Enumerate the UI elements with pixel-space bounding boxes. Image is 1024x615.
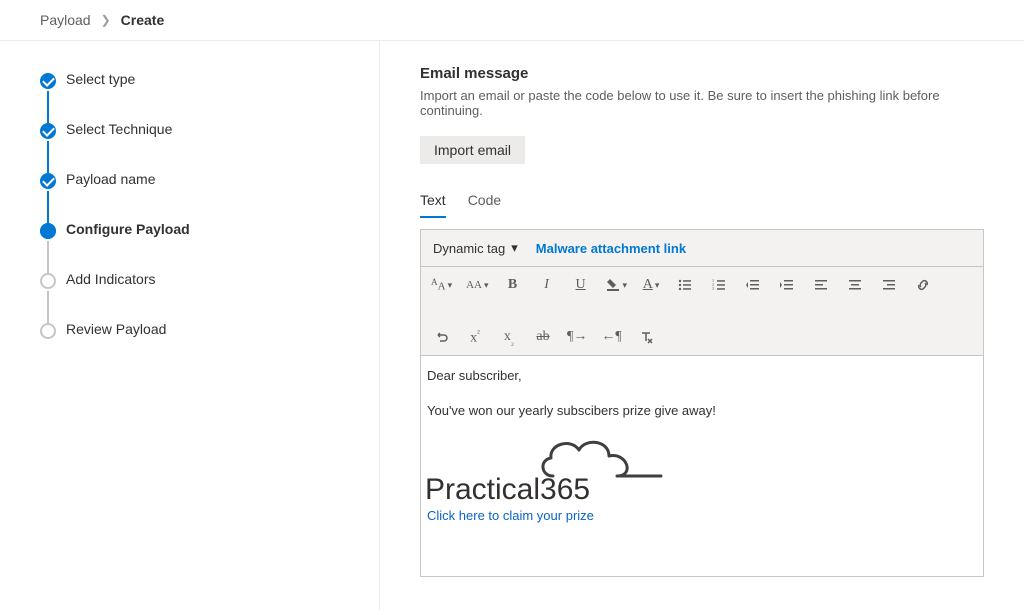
bold-button[interactable]: B: [503, 273, 523, 297]
dynamic-tag-dropdown[interactable]: Dynamic tag ▾: [433, 240, 518, 256]
practical365-logo: Practical 365: [425, 436, 655, 506]
step-configure-payload[interactable]: Configure Payload: [40, 221, 359, 271]
breadcrumb-root[interactable]: Payload: [40, 12, 91, 28]
step-label: Review Payload: [66, 321, 166, 337]
check-icon: [40, 173, 56, 189]
italic-button[interactable]: I: [537, 273, 557, 297]
email-body-line: You've won our yearly subscibers prize g…: [427, 401, 979, 422]
editor-toolbar: AA▾ AA▾ B I U ▾ A▾ 123: [421, 267, 983, 356]
section-title: Email message: [420, 65, 984, 82]
highlight-dropdown[interactable]: ▾: [605, 273, 628, 297]
logo-text-practical: Practical: [425, 466, 540, 514]
bulleted-list-button[interactable]: [675, 273, 695, 297]
svg-text:3: 3: [712, 286, 714, 291]
step-label: Configure Payload: [66, 221, 190, 237]
breadcrumb-current: Create: [121, 12, 165, 28]
decrease-indent-button[interactable]: [743, 273, 763, 297]
step-select-type[interactable]: Select type: [40, 71, 359, 121]
pending-step-icon: [40, 323, 56, 339]
check-icon: [40, 73, 56, 89]
chevron-right-icon: ❯: [101, 13, 111, 27]
step-select-technique[interactable]: Select Technique: [40, 121, 359, 171]
rtl-button[interactable]: ←¶: [601, 325, 621, 349]
underline-button[interactable]: U: [571, 273, 591, 297]
tab-code[interactable]: Code: [468, 186, 501, 218]
section-subtitle: Import an email or paste the code below …: [420, 88, 984, 118]
numbered-list-button[interactable]: 123: [709, 273, 729, 297]
step-label: Add Indicators: [66, 271, 156, 287]
dynamic-tag-label: Dynamic tag: [433, 241, 505, 256]
email-body-editor[interactable]: Dear subscriber, You've won our yearly s…: [421, 356, 983, 576]
font-size-dropdown[interactable]: AA▾: [466, 273, 488, 297]
align-center-button[interactable]: [845, 273, 865, 297]
logo-text-365: 365: [540, 466, 590, 514]
step-review-payload[interactable]: Review Payload: [40, 321, 359, 341]
align-left-button[interactable]: [811, 273, 831, 297]
import-email-button[interactable]: Import email: [420, 136, 525, 164]
undo-button[interactable]: [431, 325, 451, 349]
step-label: Select Technique: [66, 121, 172, 137]
font-color-dropdown[interactable]: A▾: [641, 273, 661, 297]
superscript-button[interactable]: x²: [465, 325, 485, 349]
current-step-icon: [40, 223, 56, 239]
step-payload-name[interactable]: Payload name: [40, 171, 359, 221]
wizard-stepper: Select type Select Technique Payload nam…: [0, 41, 380, 610]
step-label: Payload name: [66, 171, 156, 187]
ltr-button[interactable]: ¶→: [567, 325, 587, 349]
content-pane: Email message Import an email or paste t…: [380, 41, 1024, 610]
chevron-down-icon: ▾: [511, 240, 518, 256]
strikethrough-button[interactable]: ab: [533, 325, 553, 349]
font-family-dropdown[interactable]: AA▾: [431, 273, 452, 297]
step-add-indicators[interactable]: Add Indicators: [40, 271, 359, 321]
editor-insert-bar: Dynamic tag ▾ Malware attachment link: [421, 230, 983, 267]
insert-link-button[interactable]: [913, 273, 933, 297]
step-label: Select type: [66, 71, 135, 87]
pending-step-icon: [40, 273, 56, 289]
check-icon: [40, 123, 56, 139]
malware-attachment-link-button[interactable]: Malware attachment link: [536, 241, 686, 256]
tab-text[interactable]: Text: [420, 186, 446, 218]
clear-formatting-button[interactable]: [636, 325, 656, 349]
align-right-button[interactable]: [879, 273, 899, 297]
breadcrumb: Payload ❯ Create: [0, 0, 1024, 41]
editor-tabs: Text Code: [420, 186, 984, 219]
rich-text-editor: Dynamic tag ▾ Malware attachment link AA…: [420, 229, 984, 577]
increase-indent-button[interactable]: [777, 273, 797, 297]
email-greeting: Dear subscriber,: [427, 366, 979, 387]
subscript-button[interactable]: x₂: [499, 325, 519, 349]
